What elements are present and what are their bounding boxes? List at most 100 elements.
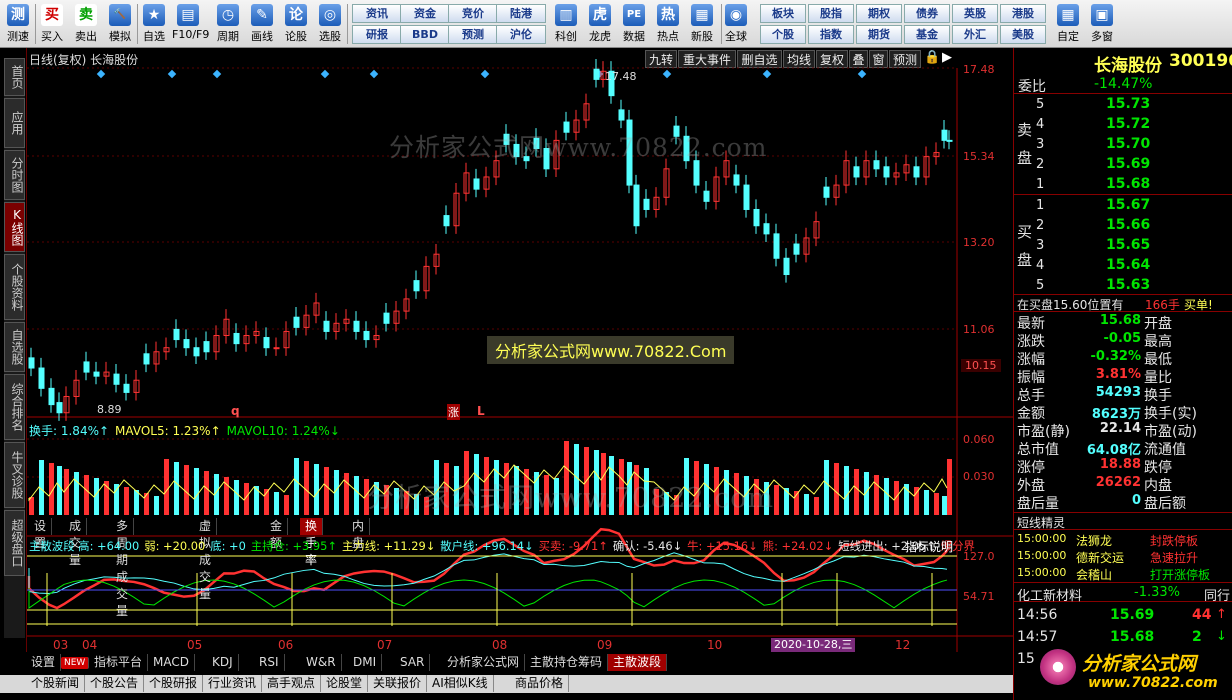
indicator-legend-item: 主力线: +11.29↓ [341, 539, 436, 553]
indicator-tab[interactable]: 主散波段 [608, 654, 668, 671]
buy-level: 2 [1036, 218, 1045, 233]
quick-button[interactable]: 沪伦 [496, 25, 546, 44]
info-tab[interactable]: 关联报价 [368, 675, 428, 692]
global-button[interactable]: ◉ 全球 [720, 2, 752, 46]
f10-button[interactable]: ▤ F10/F9 [172, 2, 209, 46]
elf-time: 15:00:00 [1017, 532, 1067, 545]
star-market-button[interactable]: ▥ 科创 [550, 2, 582, 46]
volume-tab[interactable]: 多周期成交量 [111, 518, 135, 618]
data-button[interactable]: PE 数据 [618, 2, 650, 46]
indicator-tab[interactable]: 分析家公式网 [442, 654, 526, 671]
sidebar-tab[interactable]: K线图 [4, 202, 25, 252]
market-button[interactable]: 基金 [904, 25, 950, 44]
market-button[interactable]: 港股 [1000, 4, 1046, 23]
sidebar-tab[interactable]: 自选股 [4, 322, 25, 372]
volume-tab[interactable]: 设置 [29, 518, 53, 550]
sector-name[interactable]: 化工新材料 [1017, 585, 1082, 604]
indicator-tab[interactable]: 主散持仓筹码 [525, 654, 609, 671]
period-button[interactable]: ◷ 周期 [212, 2, 244, 46]
volume-tab[interactable]: 换手率 [300, 518, 324, 567]
quick-button[interactable]: 资金 [400, 4, 450, 23]
market-button[interactable]: 指数 [808, 25, 854, 44]
forum-button[interactable]: 论论股 [280, 2, 312, 46]
info-tab[interactable]: 个股公告 [85, 675, 145, 692]
multi-window-button[interactable]: ▣ 多窗 [1086, 2, 1118, 46]
peer-button[interactable]: 同行 [1204, 585, 1230, 604]
volume-bar [834, 463, 839, 515]
stock-picker-button[interactable]: ◎ 选股 [314, 2, 346, 46]
market-button[interactable]: 外汇 [952, 25, 998, 44]
indicator-tab[interactable]: MACD [148, 654, 195, 671]
new-stocks-button[interactable]: ▦ 新股 [686, 2, 718, 46]
simulate-button[interactable]: 🔨 模拟 [104, 2, 136, 46]
info-tab[interactable]: 商品价格 [510, 675, 570, 692]
chart-area[interactable]: 日线(复权) 长海股份 九转 重大事件 删自选 均线 复权叠窗预测 🔒 ▶ 分析家公式网ww… [26, 48, 1013, 652]
indicator-explain-button[interactable]: 指标说明 [905, 538, 953, 555]
info-tab[interactable]: 个股新闻 [26, 675, 86, 692]
elf-stock[interactable]: 会稽山 [1076, 566, 1112, 583]
info-tab[interactable]: 论股堂 [321, 675, 369, 692]
market-button[interactable]: 板块 [760, 4, 806, 23]
market-button[interactable]: 债券 [904, 4, 950, 23]
elf-time: 15:00:00 [1017, 549, 1067, 562]
elf-stock[interactable]: 德新交运 [1076, 549, 1124, 566]
sell-button[interactable]: 卖卖出 [70, 2, 102, 46]
info-tab[interactable]: 个股研报 [144, 675, 204, 692]
indicator-tab[interactable]: W&R [301, 654, 342, 671]
watermark: 分析家公式网www.70822.com [389, 133, 768, 162]
sidebar-tab[interactable]: 牛叉诊股 [4, 442, 25, 508]
volume-tab[interactable]: 内盘 [347, 518, 371, 550]
info-tab[interactable]: AI相似K线 [427, 675, 494, 692]
buy-button[interactable]: 买买入 [36, 2, 68, 46]
quick-button[interactable]: 研报 [352, 25, 402, 44]
sidebar-tab[interactable]: 个股资料 [4, 254, 25, 320]
sidebar-tab[interactable]: 应用 [4, 98, 25, 148]
dragon-tiger-button[interactable]: 虎龙虎 [584, 2, 616, 46]
stat-label: 盘后量 [1017, 496, 1059, 512]
draw-line-button[interactable]: ✎ 画线 [246, 2, 278, 46]
indicator-tab[interactable]: 设置 [26, 654, 62, 671]
info-tab[interactable]: 高手观点 [262, 675, 322, 692]
buy-price: 15.66 [1106, 217, 1151, 233]
sidebar-tab[interactable]: 首页 [4, 58, 25, 96]
quick-button[interactable]: 竞价 [448, 4, 498, 23]
market-button[interactable]: 期货 [856, 25, 902, 44]
sidebar-tab[interactable]: 分时图 [4, 150, 25, 200]
market-button[interactable]: 期权 [856, 4, 902, 23]
quote-row: 4 15.64 [1014, 256, 1232, 276]
volume-tab[interactable]: 虚拟成交量 [194, 518, 218, 601]
quick-button[interactable]: 资讯 [352, 4, 402, 23]
order-notice-tail: 买单! [1184, 298, 1213, 312]
speed-test-button[interactable]: 测测速 [2, 2, 34, 46]
quote-panel: 长海股份 300196 委比-14.47%卖盘515.73415.72315.7… [1013, 48, 1232, 700]
market-button[interactable]: 英股 [952, 4, 998, 23]
sell-price: 15.72 [1106, 116, 1151, 132]
candle [38, 367, 45, 389]
volume-tab[interactable]: 金额 [265, 518, 289, 550]
sidebar-tab[interactable]: 超级盘口 [4, 510, 25, 576]
indicator-tab[interactable]: DMI [348, 654, 383, 671]
tick-time: 15 [1017, 651, 1035, 667]
quick-button[interactable]: 陆港 [496, 4, 546, 23]
indicator-tab[interactable]: KDJ [207, 654, 239, 671]
elf-stock[interactable]: 法狮龙 [1076, 532, 1112, 549]
watchlist-button[interactable]: ★ 自选 [138, 2, 170, 46]
sidebar-tab[interactable]: 综合排名 [4, 374, 25, 440]
market-button[interactable]: 股指 [808, 4, 854, 23]
volume-bar [204, 471, 209, 515]
customize-button[interactable]: ▦ 自定 [1052, 2, 1084, 46]
market-button[interactable]: 美股 [1000, 25, 1046, 44]
volume-tab[interactable]: 成交量 [64, 518, 88, 567]
volume-bar [124, 487, 129, 515]
hotspot-button[interactable]: 热热点 [652, 2, 684, 46]
indicator-tab[interactable]: 指标平台 [89, 654, 149, 671]
quick-button[interactable]: 预测 [448, 25, 498, 44]
indicator-tab[interactable]: SAR [395, 654, 431, 671]
info-tab[interactable]: 行业资讯 [203, 675, 263, 692]
sell-level: 3 [1036, 137, 1045, 152]
event-diamond-icon [212, 69, 222, 79]
quote-row: 振幅 3.81% 量比 [1014, 366, 1232, 386]
market-button[interactable]: 个股 [760, 25, 806, 44]
indicator-tab[interactable]: RSI [254, 654, 285, 671]
quick-button[interactable]: BBD [400, 25, 450, 44]
